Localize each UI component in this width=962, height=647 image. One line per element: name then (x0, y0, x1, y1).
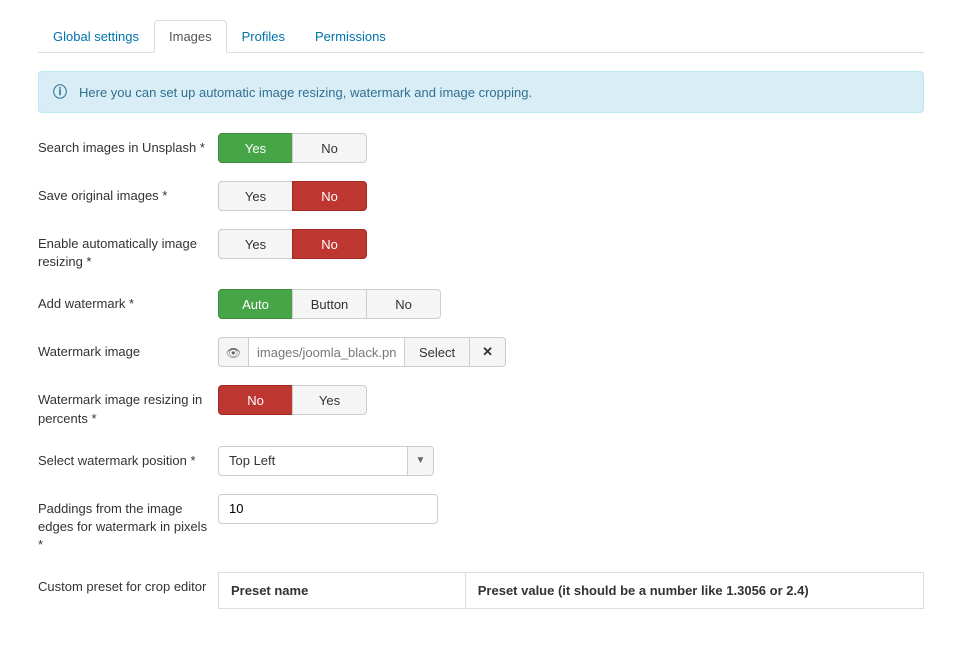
tab-global-settings[interactable]: Global settings (38, 20, 154, 53)
toggle-save-original[interactable]: Yes No (218, 181, 367, 211)
unsplash-yes[interactable]: Yes (218, 133, 293, 163)
label-preset: Custom preset for crop editor (38, 572, 218, 609)
label-watermark: Add watermark * (38, 289, 218, 319)
watermark-image-picker: Select ✕ (218, 337, 506, 367)
eye-icon (226, 345, 241, 360)
tab-profiles[interactable]: Profiles (227, 20, 300, 53)
watermark-no[interactable]: No (366, 289, 441, 319)
info-icon: ⓘ (53, 82, 67, 102)
label-unsplash: Search images in Unsplash * (38, 133, 218, 163)
toggle-auto-resize[interactable]: Yes No (218, 229, 367, 259)
auto-resize-yes[interactable]: Yes (218, 229, 293, 259)
tab-images[interactable]: Images (154, 20, 227, 53)
preset-col-name: Preset name (219, 573, 466, 609)
save-original-yes[interactable]: Yes (218, 181, 293, 211)
info-alert: ⓘ Here you can set up automatic image re… (38, 71, 924, 113)
watermark-auto[interactable]: Auto (218, 289, 293, 319)
watermark-image-input[interactable] (248, 337, 405, 367)
watermark-position-select[interactable]: Top Left ▼ (218, 446, 434, 476)
preset-table: Preset name Preset value (it should be a… (218, 572, 924, 609)
label-watermark-position: Select watermark position * (38, 446, 218, 476)
select-button[interactable]: Select (404, 337, 470, 367)
watermark-button[interactable]: Button (292, 289, 367, 319)
preview-icon[interactable] (218, 337, 248, 367)
toggle-watermark-resize[interactable]: No Yes (218, 385, 367, 415)
watermark-position-value: Top Left (218, 446, 408, 476)
paddings-input[interactable] (218, 494, 438, 524)
auto-resize-no[interactable]: No (292, 229, 367, 259)
watermark-resize-no[interactable]: No (218, 385, 293, 415)
info-alert-text: Here you can set up automatic image resi… (79, 85, 532, 100)
unsplash-no[interactable]: No (292, 133, 367, 163)
chevron-down-icon[interactable]: ▼ (408, 446, 434, 476)
label-watermark-resize: Watermark image resizing in percents * (38, 385, 218, 427)
preset-col-value: Preset value (it should be a number like… (465, 573, 923, 609)
clear-button[interactable]: ✕ (469, 337, 506, 367)
toggle-watermark[interactable]: Auto Button No (218, 289, 441, 319)
label-paddings: Paddings from the image edges for waterm… (38, 494, 218, 555)
tab-permissions[interactable]: Permissions (300, 20, 401, 53)
label-save-original: Save original images * (38, 181, 218, 211)
watermark-resize-yes[interactable]: Yes (292, 385, 367, 415)
label-watermark-image: Watermark image (38, 337, 218, 367)
toggle-unsplash[interactable]: Yes No (218, 133, 367, 163)
close-icon: ✕ (482, 344, 493, 360)
label-auto-resize: Enable automatically image resizing * (38, 229, 218, 271)
tabs: Global settings Images Profiles Permissi… (38, 20, 924, 53)
save-original-no[interactable]: No (292, 181, 367, 211)
